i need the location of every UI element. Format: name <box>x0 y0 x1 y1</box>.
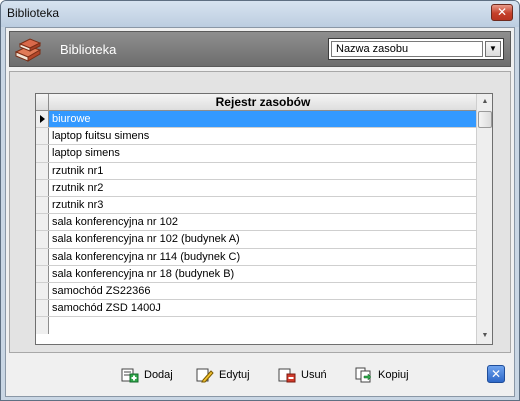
table-cell[interactable]: sala konferencyjna nr 114 (budynek C) <box>49 249 477 265</box>
column-header-resources[interactable]: Rejestr zasobów <box>49 94 477 111</box>
table-row[interactable]: samochód ZSD 1400J <box>36 300 477 318</box>
row-indicator[interactable] <box>36 300 49 317</box>
exit-button[interactable]: ✕ <box>487 365 505 383</box>
row-indicator[interactable] <box>36 111 49 128</box>
delete-label: Usuń <box>301 369 327 381</box>
vertical-scrollbar[interactable]: ▲ ▼ <box>476 94 492 344</box>
table-cell[interactable]: samochód ZSD 1400J <box>49 300 477 316</box>
title-bar[interactable]: Biblioteka ✕ <box>1 1 519 27</box>
delete-icon <box>278 368 296 383</box>
table-row[interactable]: sala konferencyjna nr 114 (budynek C) <box>36 248 477 266</box>
table-row[interactable]: rzutnik nr1 <box>36 162 477 180</box>
table-cell[interactable]: rzutnik nr3 <box>49 197 477 213</box>
table-row[interactable]: sala konferencyjna nr 102 (budynek A) <box>36 231 477 249</box>
resource-filter-select[interactable]: Nazwa zasobu ▼ <box>328 38 504 60</box>
add-button[interactable]: Dodaj <box>121 365 173 385</box>
scrollbar-thumb[interactable] <box>478 111 492 128</box>
scroll-down-icon[interactable]: ▼ <box>477 328 493 344</box>
row-indicator[interactable] <box>36 196 49 214</box>
row-indicator <box>36 317 49 335</box>
copy-icon <box>355 367 372 383</box>
row-indicator[interactable] <box>36 145 49 162</box>
grid-rows: biurowe laptop fuitsu simens laptop simens… <box>36 111 477 335</box>
table-row[interactable]: laptop simens <box>36 145 477 163</box>
scroll-up-icon[interactable]: ▲ <box>477 94 493 110</box>
action-toolbar: Dodaj Edytuj Usuń Kopiuj ✕ <box>6 361 514 389</box>
empty-row <box>36 317 477 335</box>
row-indicator[interactable] <box>36 231 49 248</box>
row-indicator[interactable] <box>36 128 49 145</box>
chevron-down-icon[interactable]: ▼ <box>485 41 501 57</box>
main-window: Biblioteka ✕ Biblioteka Nazwa zasobu ▼ R… <box>0 0 520 401</box>
table-cell[interactable]: sala konferencyjna nr 102 <box>49 214 477 230</box>
table-cell[interactable]: sala konferencyjna nr 102 (budynek A) <box>49 231 477 247</box>
books-icon <box>14 38 42 62</box>
edit-label: Edytuj <box>219 369 250 381</box>
table-row[interactable]: laptop fuitsu simens <box>36 128 477 146</box>
table-row[interactable]: biurowe <box>36 111 477 129</box>
table-cell[interactable]: rzutnik nr2 <box>49 180 477 196</box>
table-row[interactable]: rzutnik nr3 <box>36 196 477 215</box>
table-row[interactable]: rzutnik nr2 <box>36 179 477 197</box>
grid-header: Rejestr zasobów <box>36 94 477 111</box>
header-title: Biblioteka <box>60 42 117 57</box>
row-indicator[interactable] <box>36 248 49 265</box>
table-cell[interactable]: rzutnik nr1 <box>49 163 477 179</box>
table-row[interactable]: sala konferencyjna nr 102 <box>36 214 477 232</box>
row-indicator[interactable] <box>36 214 49 231</box>
resource-grid: Rejestr zasobów biurowe laptop fuitsu sim… <box>35 93 493 345</box>
row-indicator[interactable] <box>36 282 49 300</box>
edit-button[interactable]: Edytuj <box>196 365 250 385</box>
add-label: Dodaj <box>144 369 173 381</box>
copy-button[interactable]: Kopiuj <box>355 365 409 385</box>
grid-group-panel: Rejestr zasobów biurowe laptop fuitsu sim… <box>9 71 511 353</box>
table-cell[interactable]: laptop fuitsu simens <box>49 128 477 144</box>
window-close-button[interactable]: ✕ <box>491 4 513 21</box>
row-indicator[interactable] <box>36 265 49 282</box>
current-row-arrow-icon <box>40 115 45 123</box>
filter-selected-value: Nazwa zasobu <box>331 41 483 57</box>
row-indicator[interactable] <box>36 179 49 196</box>
add-icon <box>121 368 139 383</box>
header-panel: Biblioteka Nazwa zasobu ▼ <box>9 31 511 67</box>
table-cell[interactable]: biurowe <box>49 111 477 128</box>
table-cell[interactable]: laptop simens <box>49 145 477 161</box>
delete-button[interactable]: Usuń <box>278 365 327 385</box>
edit-icon <box>196 368 214 383</box>
copy-label: Kopiuj <box>378 369 409 381</box>
table-cell[interactable]: sala konferencyjna nr 18 (budynek B) <box>49 266 477 282</box>
row-indicator[interactable] <box>36 162 49 179</box>
table-row[interactable]: samochód ZS22366 <box>36 282 477 301</box>
table-row[interactable]: sala konferencyjna nr 18 (budynek B) <box>36 265 477 283</box>
client-area: Biblioteka Nazwa zasobu ▼ Rejestr zasobó… <box>5 27 515 397</box>
table-cell[interactable]: samochód ZS22366 <box>49 283 477 299</box>
grid-corner-cell <box>36 94 49 111</box>
window-title: Biblioteka <box>7 6 60 20</box>
